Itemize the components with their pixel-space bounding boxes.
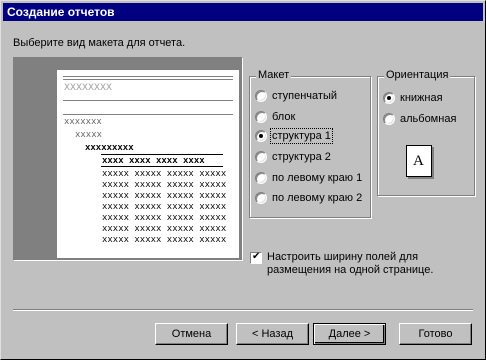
preview-data-row: xxxxx xxxxx xxxxx xxxxx <box>102 224 227 234</box>
preview-page: XXXXXXXX xxxxxxx xxxxx xxxxxxxxx xxxx xx… <box>57 70 239 258</box>
checkbox-label-line1: Настроить ширину полей для <box>267 251 419 263</box>
layout-preview: XXXXXXXX xxxxxxx xxxxx xxxxxxxxx xxxx xx… <box>13 57 243 261</box>
separator <box>13 309 473 311</box>
preview-data-row: xxxxx xxxxx xxxxx xxxxx <box>102 180 227 190</box>
preview-data-row: xxxxx xxxxx xxxxx xxxxx <box>102 213 227 223</box>
radio-button[interactable] <box>383 92 395 104</box>
orientation-group-title: Ориентация <box>384 69 451 81</box>
preview-rule <box>63 76 233 77</box>
radio-layout-outline2[interactable]: структура 2 <box>255 149 331 165</box>
radio-layout-block[interactable]: блок <box>255 109 295 125</box>
radio-label: блок <box>272 111 296 123</box>
radio-label: альбомная <box>400 113 457 125</box>
radio-button[interactable] <box>255 111 267 123</box>
next-button[interactable]: Далее > <box>313 323 386 345</box>
radio-layout-left1[interactable]: по левому краю 1 <box>255 170 362 186</box>
checkbox-label-line2: размещения на одной странице. <box>267 264 434 276</box>
fit-fields-checkbox[interactable]: Настроить ширину полей для размещения на… <box>250 251 433 277</box>
radio-layout-stepped[interactable]: ступенчатый <box>255 88 337 104</box>
preview-data-row: xxxxx xxxxx xxxxx xxxxx <box>102 202 227 212</box>
radio-button[interactable] <box>255 172 267 184</box>
title-bar: Создание отчетов <box>3 3 483 21</box>
radio-button[interactable] <box>255 151 267 163</box>
preview-data-row: xxxxx xxxxx xxxxx xxxxx <box>102 169 227 179</box>
preview-group-level2: xxxxx <box>75 130 103 140</box>
radio-button[interactable] <box>255 90 267 102</box>
preview-group-level3: xxxxxxxxx <box>85 143 134 153</box>
radio-label: по левому краю 1 <box>272 172 363 184</box>
preview-data-row: xxxxx xxxxx xxxxx xxxxx <box>102 191 227 201</box>
radio-label: книжная <box>400 92 443 104</box>
radio-button[interactable] <box>383 113 395 125</box>
preview-rule <box>101 166 223 167</box>
preview-rule <box>101 154 223 155</box>
radio-label: ступенчатый <box>272 90 338 102</box>
preview-title: XXXXXXXX <box>64 83 113 94</box>
preview-group-level1: xxxxxxx <box>64 117 102 127</box>
report-wizard-window: Создание отчетов Выберите вид макета для… <box>0 0 486 360</box>
finish-button[interactable]: Готово <box>399 323 472 345</box>
radio-layout-left2[interactable]: по левому краю 2 <box>255 190 362 206</box>
preview-rule <box>63 114 233 115</box>
layout-group-title: Макет <box>256 69 292 81</box>
preview-rule <box>63 79 233 80</box>
radio-label: структура 1 <box>270 128 333 144</box>
radio-label: по левому краю 2 <box>272 192 363 204</box>
radio-layout-outline1[interactable]: структура 1 <box>255 128 333 144</box>
instruction-text: Выберите вид макета для отчета. <box>13 37 186 49</box>
checkbox[interactable] <box>250 251 262 264</box>
window-title: Создание отчетов <box>7 5 115 19</box>
preview-column-headers: xxxx xxxx xxxx xxxx <box>102 156 205 166</box>
preview-data-row: xxxxx xxxxx xxxxx xxxxx <box>102 235 227 245</box>
cancel-button[interactable]: Отмена <box>155 323 228 345</box>
radio-label: структура 2 <box>272 151 331 163</box>
page-icon-letter: A <box>413 153 424 169</box>
preview-rule <box>63 100 233 101</box>
portrait-page-icon: A <box>406 145 432 177</box>
back-button[interactable]: < Назад <box>236 323 309 345</box>
radio-orientation-landscape[interactable]: альбомная <box>383 111 456 127</box>
checkbox-label: Настроить ширину полей для размещения на… <box>267 251 433 277</box>
radio-button[interactable] <box>255 130 267 142</box>
radio-button[interactable] <box>255 192 267 204</box>
radio-orientation-portrait[interactable]: книжная <box>383 90 443 106</box>
